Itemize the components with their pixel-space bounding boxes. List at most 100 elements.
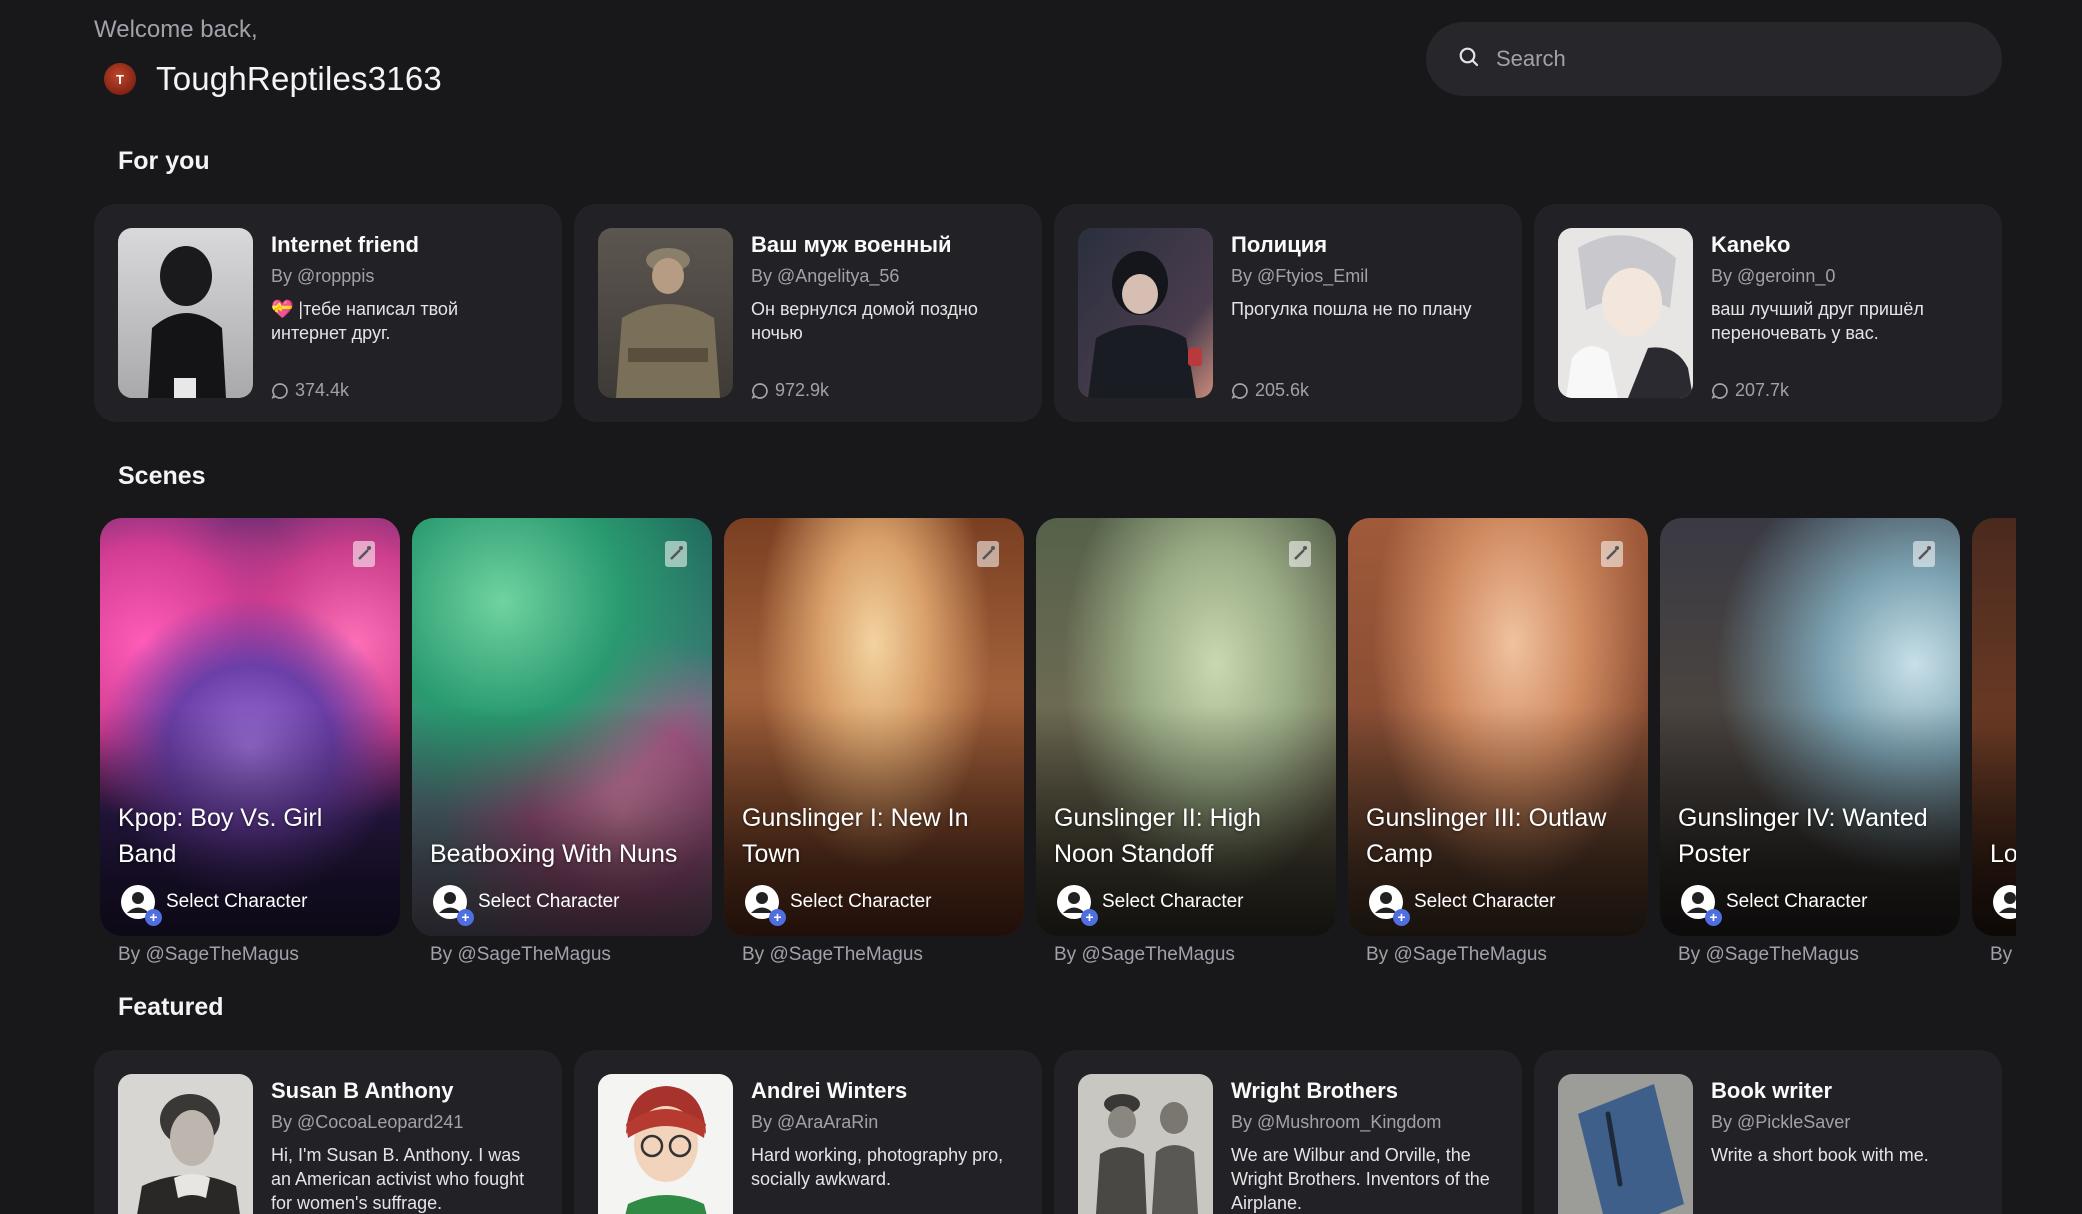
character-card[interactable]: Wright Brothers By @Mushroom_Kingdom We … — [1054, 1050, 1522, 1214]
character-name: Susan B Anthony — [271, 1078, 454, 1103]
scene-edit-icon[interactable] — [1600, 540, 1624, 573]
home-page: Welcome back, T ToughReptiles3163 For yo… — [0, 0, 2082, 1214]
chat-count: 374.4k — [271, 380, 349, 401]
scene-author[interactable]: By @SageTheMagus — [118, 944, 400, 966]
character-description: ваш лучший друг пришёл переночевать у ва… — [1711, 299, 1924, 343]
select-character-label: Select Character — [1414, 891, 1556, 912]
section-title-for-you: For you — [118, 147, 210, 175]
character-image — [1078, 228, 1213, 398]
character-card[interactable]: Andrei Winters By @AraAraRin Hard workin… — [574, 1050, 1042, 1214]
character-description: Hi, I'm Susan B. Anthony. I was an Ameri… — [271, 1145, 525, 1213]
character-name: Kaneko — [1711, 232, 1791, 257]
scene-card[interactable]: Kpop: Boy Vs. Girl Band + Select Charact… — [100, 518, 400, 936]
chat-bubble-icon — [271, 382, 288, 399]
scene-item[interactable]: Gunslinger IV: Wanted Poster + Select Ch… — [1660, 518, 1960, 966]
scene-author[interactable]: By @SageTheMagus — [430, 944, 712, 966]
scene-card[interactable]: Gunslinger III: Outlaw Camp + Select Cha… — [1348, 518, 1648, 936]
scene-item[interactable]: Beatboxing With Nuns + Select Character … — [412, 518, 712, 966]
scene-title: Kpop: Boy Vs. Girl Band — [118, 804, 323, 868]
character-author[interactable]: By @Mushroom_Kingdom — [1231, 1112, 1498, 1133]
search-input[interactable] — [1496, 46, 1956, 72]
person-add-icon — [1992, 884, 2016, 920]
character-author[interactable]: By @Ftyios_Emil — [1231, 266, 1498, 287]
chat-bubble-icon — [751, 382, 768, 399]
character-description: Write a short book with me. — [1711, 1145, 1929, 1165]
scene-card[interactable]: Lo Av — [1972, 518, 2016, 936]
character-name: Andrei Winters — [751, 1078, 908, 1103]
scene-author[interactable]: By @SageTheMagus — [1366, 944, 1648, 966]
scene-edit-icon[interactable] — [976, 540, 1000, 573]
scene-item[interactable]: Gunslinger I: New In Town + Select Chara… — [724, 518, 1024, 966]
scene-edit-icon[interactable] — [352, 540, 376, 573]
character-card[interactable]: Kaneko By @geroinn_0 ваш лучший друг при… — [1534, 204, 2002, 422]
scene-item[interactable]: Gunslinger III: Outlaw Camp + Select Cha… — [1348, 518, 1648, 966]
select-character-button[interactable] — [1992, 884, 2016, 920]
featured-row: Susan B Anthony By @CocoaLeopard241 Hi, … — [94, 1050, 2002, 1214]
character-card[interactable]: Ваш муж военный By @Angelitya_56 Он верн… — [574, 204, 1042, 422]
character-name: Internet friend — [271, 232, 419, 257]
select-character-button[interactable]: + Select Character — [1056, 884, 1244, 926]
scene-item[interactable]: Gunslinger II: High Noon Standoff + Sele… — [1036, 518, 1336, 966]
scene-edit-icon[interactable] — [1288, 540, 1312, 573]
character-card[interactable]: Book writer By @PickleSaver Write a shor… — [1534, 1050, 2002, 1214]
character-description: Hard working, photography pro, socially … — [751, 1145, 1004, 1189]
character-card[interactable]: Internet friend By @ropppis 💝 |тебе напи… — [94, 204, 562, 422]
for-you-row: Internet friend By @ropppis 💝 |тебе напи… — [94, 204, 2002, 422]
scene-author[interactable]: By — [1990, 944, 2016, 966]
character-image — [118, 228, 253, 398]
scene-card[interactable]: Gunslinger I: New In Town + Select Chara… — [724, 518, 1024, 936]
scene-edit-icon[interactable] — [1912, 540, 1936, 573]
character-card[interactable]: Полиция By @Ftyios_Emil Прогулка пошла н… — [1054, 204, 1522, 422]
chat-count-value: 972.9k — [775, 380, 830, 400]
select-character-label: Select Character — [1102, 891, 1244, 912]
chat-count-value: 374.4k — [295, 380, 350, 400]
scene-author[interactable]: By @SageTheMagus — [1678, 944, 1960, 966]
select-character-button[interactable]: + Select Character — [1680, 884, 1868, 926]
select-character-label: Select Character — [790, 891, 932, 912]
character-image — [118, 1074, 253, 1214]
scene-card[interactable]: Gunslinger II: High Noon Standoff + Sele… — [1036, 518, 1336, 936]
chat-count-value: 205.6k — [1255, 380, 1310, 400]
section-title-scenes: Scenes — [118, 462, 206, 490]
select-character-label: Select Character — [478, 891, 620, 912]
search-bar[interactable] — [1426, 22, 2002, 96]
select-character-button[interactable]: + Select Character — [120, 884, 308, 926]
person-add-icon: + — [432, 884, 474, 926]
scene-title: Gunslinger I: New In Town — [742, 804, 969, 868]
character-author[interactable]: By @ropppis — [271, 266, 538, 287]
chat-count: 205.6k — [1231, 380, 1309, 401]
search-icon — [1458, 46, 1480, 73]
person-add-icon: + — [1680, 884, 1722, 926]
chat-count: 972.9k — [751, 380, 829, 401]
select-character-button[interactable]: + Select Character — [744, 884, 932, 926]
scene-author[interactable]: By @SageTheMagus — [1054, 944, 1336, 966]
avatar[interactable]: T — [104, 63, 136, 95]
select-character-button[interactable]: + Select Character — [432, 884, 620, 926]
scene-title: Lo Av — [1990, 840, 2016, 868]
welcome-text: Welcome back, — [94, 16, 258, 43]
scene-card[interactable]: Gunslinger IV: Wanted Poster + Select Ch… — [1660, 518, 1960, 936]
character-name: Полиция — [1231, 232, 1328, 257]
scene-card[interactable]: Beatboxing With Nuns + Select Character — [412, 518, 712, 936]
user-profile[interactable]: T ToughReptiles3163 — [104, 60, 442, 98]
character-name: Book writer — [1711, 1078, 1833, 1103]
username: ToughReptiles3163 — [156, 60, 442, 97]
character-author[interactable]: By @PickleSaver — [1711, 1112, 1978, 1133]
character-card[interactable]: Susan B Anthony By @CocoaLeopard241 Hi, … — [94, 1050, 562, 1214]
character-image — [1558, 228, 1693, 398]
character-author[interactable]: By @Angelitya_56 — [751, 266, 1018, 287]
scene-author[interactable]: By @SageTheMagus — [742, 944, 1024, 966]
scene-edit-icon[interactable] — [664, 540, 688, 573]
character-name: Wright Brothers — [1231, 1078, 1399, 1103]
person-add-icon: + — [744, 884, 786, 926]
character-author[interactable]: By @AraAraRin — [751, 1112, 1018, 1133]
scenes-carousel[interactable]: Kpop: Boy Vs. Girl Band + Select Charact… — [100, 518, 2016, 978]
character-name: Ваш муж военный — [751, 232, 952, 257]
scene-item[interactable]: Lo Av By — [1972, 518, 2016, 966]
character-author[interactable]: By @CocoaLeopard241 — [271, 1112, 538, 1133]
scene-item[interactable]: Kpop: Boy Vs. Girl Band + Select Charact… — [100, 518, 400, 966]
select-character-button[interactable]: + Select Character — [1368, 884, 1556, 926]
select-character-label: Select Character — [166, 891, 308, 912]
person-add-icon: + — [120, 884, 162, 926]
character-author[interactable]: By @geroinn_0 — [1711, 266, 1978, 287]
